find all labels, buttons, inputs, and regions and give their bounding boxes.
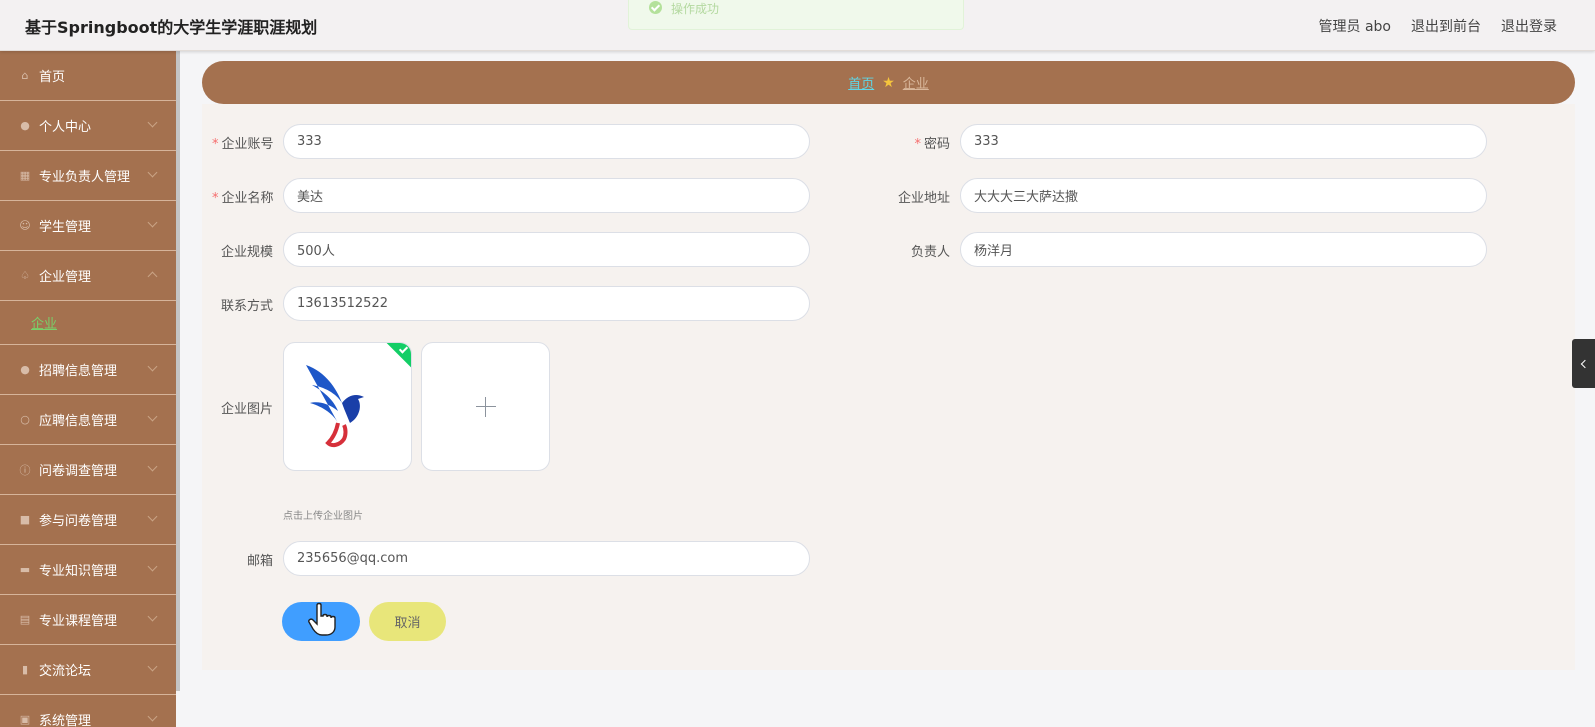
success-toast: 操作成功 <box>628 0 964 30</box>
password-label: * 密码 <box>914 137 950 152</box>
sidebar-item-label: 学生管理 <box>39 220 92 235</box>
logout-link[interactable]: 退出登录 <box>1501 16 1557 36</box>
chevron-down-icon <box>147 561 158 572</box>
chevron-down-icon <box>147 411 158 422</box>
sidebar-item-major-manager[interactable]: ▦ 专业负责人管理 <box>0 151 176 201</box>
chat-icon: ▬ <box>19 563 31 576</box>
sidebar-item-companies[interactable]: ♤ 企业管理 <box>0 251 176 301</box>
sidebar-item-home[interactable]: ⌂ 首页 <box>0 51 176 101</box>
sidebar-item-label: 首页 <box>39 70 66 85</box>
chevron-left-icon <box>1580 359 1590 368</box>
toast-message: 操作成功 <box>671 2 720 16</box>
grid-icon: ▦ <box>19 169 31 182</box>
bars-icon: ▮ <box>21 663 29 676</box>
account-input[interactable] <box>283 124 810 159</box>
manager-label: 负责人 <box>910 245 950 260</box>
sidebar-scrollbar[interactable] <box>176 51 180 691</box>
face-icon: ☺ <box>19 219 31 232</box>
name-input[interactable] <box>283 178 810 213</box>
address-input[interactable] <box>960 178 1487 213</box>
company-logo-image <box>306 365 364 448</box>
chevron-down-icon <box>147 711 158 722</box>
header-links: 管理员 abo 退出到前台 退出登录 <box>1319 16 1557 36</box>
sidebar-item-label: 个人中心 <box>39 120 92 135</box>
location-icon: ● <box>20 363 30 376</box>
sidebar-item-applications[interactable]: ○ 应聘信息管理 <box>0 395 176 445</box>
manager-input[interactable] <box>960 232 1487 267</box>
sidebar-item-label: 交流论坛 <box>39 664 92 679</box>
user-label[interactable]: 管理员 abo <box>1319 16 1391 36</box>
sidebar-item-profile[interactable]: ● 个人中心 <box>0 101 176 151</box>
sidebar-item-label: 系统管理 <box>39 714 92 727</box>
breadcrumb-current: 企业 <box>902 77 929 92</box>
chevron-down-icon <box>147 611 158 622</box>
chevron-down-icon <box>147 117 158 128</box>
sidebar-item-label: 招聘信息管理 <box>39 364 118 379</box>
chevron-down-icon <box>147 217 158 228</box>
sidebar-subitem-company[interactable]: 企业 <box>0 301 176 345</box>
contact-input[interactable] <box>283 286 810 321</box>
breadcrumb: 首页 ★ 企业 <box>202 61 1575 104</box>
sidebar-item-label: 专业负责人管理 <box>39 170 131 185</box>
setting-icon: ▣ <box>19 713 31 726</box>
power-icon: ○ <box>20 413 30 426</box>
star-icon: ★ <box>882 74 895 91</box>
submit-button[interactable] <box>282 602 360 641</box>
right-panel-toggle[interactable] <box>1572 339 1595 388</box>
chevron-up-icon <box>147 271 158 282</box>
sidebar-item-label: 参与问卷管理 <box>39 514 118 529</box>
sidebar-item-label: 专业知识管理 <box>39 564 118 579</box>
breadcrumb-home[interactable]: 首页 <box>848 73 874 92</box>
plus-icon <box>476 406 496 407</box>
info-icon: ⓘ <box>19 463 31 477</box>
sidebar-item-forum[interactable]: ▮ 交流论坛 <box>0 645 176 695</box>
chevron-down-icon <box>147 511 158 522</box>
sidebar-item-label: 问卷调查管理 <box>39 464 118 479</box>
email-label: 邮箱 <box>246 554 273 569</box>
sidebar-item-system[interactable]: ▣ 系统管理 <box>0 695 176 727</box>
to-front-link[interactable]: 退出到前台 <box>1411 16 1481 36</box>
address-label: 企业地址 <box>897 191 950 206</box>
success-check-icon <box>649 1 662 14</box>
account-label: * 企业账号 <box>212 137 274 152</box>
chevron-down-icon <box>147 361 158 372</box>
password-input[interactable] <box>960 124 1487 159</box>
doc-icon: ▤ <box>19 613 31 626</box>
upload-button[interactable] <box>421 342 550 471</box>
sidebar-item-courses[interactable]: ▤ 专业课程管理 <box>0 595 176 645</box>
chevron-down-icon <box>147 461 158 472</box>
upload-hint: 点击上传企业图片 <box>283 511 363 522</box>
sidebar-item-survey-participation[interactable]: ■ 参与问卷管理 <box>0 495 176 545</box>
sidebar-item-surveys[interactable]: ⓘ 问卷调查管理 <box>0 445 176 495</box>
bell-icon: ♤ <box>20 269 30 282</box>
uploaded-image-card[interactable] <box>283 342 412 471</box>
sidebar-item-recruitment[interactable]: ● 招聘信息管理 <box>0 345 176 395</box>
home-icon: ⌂ <box>21 69 29 82</box>
name-label: * 企业名称 <box>212 191 274 206</box>
sidebar-item-label: 专业课程管理 <box>39 614 118 629</box>
app-title: 基于Springboot的大学生学涯职涯规划 <box>25 18 318 37</box>
cancel-button[interactable]: 取消 <box>369 602 446 641</box>
sidebar-item-label: 企业管理 <box>39 270 92 285</box>
scale-input[interactable] <box>283 232 810 267</box>
sidebar-item-label: 应聘信息管理 <box>39 414 118 429</box>
contact-label: 联系方式 <box>220 299 273 314</box>
image-label: 企业图片 <box>220 402 273 417</box>
chevron-down-icon <box>147 661 158 672</box>
sidebar-item-students[interactable]: ☺ 学生管理 <box>0 201 176 251</box>
chevron-down-icon <box>147 167 158 178</box>
sidebar: ⌂ 首页 ● 个人中心 ▦ 专业负责人管理 ☺ 学生管理 ♤ 企业管理 企业 ●… <box>0 51 176 727</box>
email-input[interactable] <box>283 541 810 576</box>
scale-label: 企业规模 <box>220 245 273 260</box>
stamp-icon: ■ <box>19 513 31 526</box>
sidebar-item-knowledge[interactable]: ▬ 专业知识管理 <box>0 545 176 595</box>
user-icon: ● <box>20 119 30 132</box>
